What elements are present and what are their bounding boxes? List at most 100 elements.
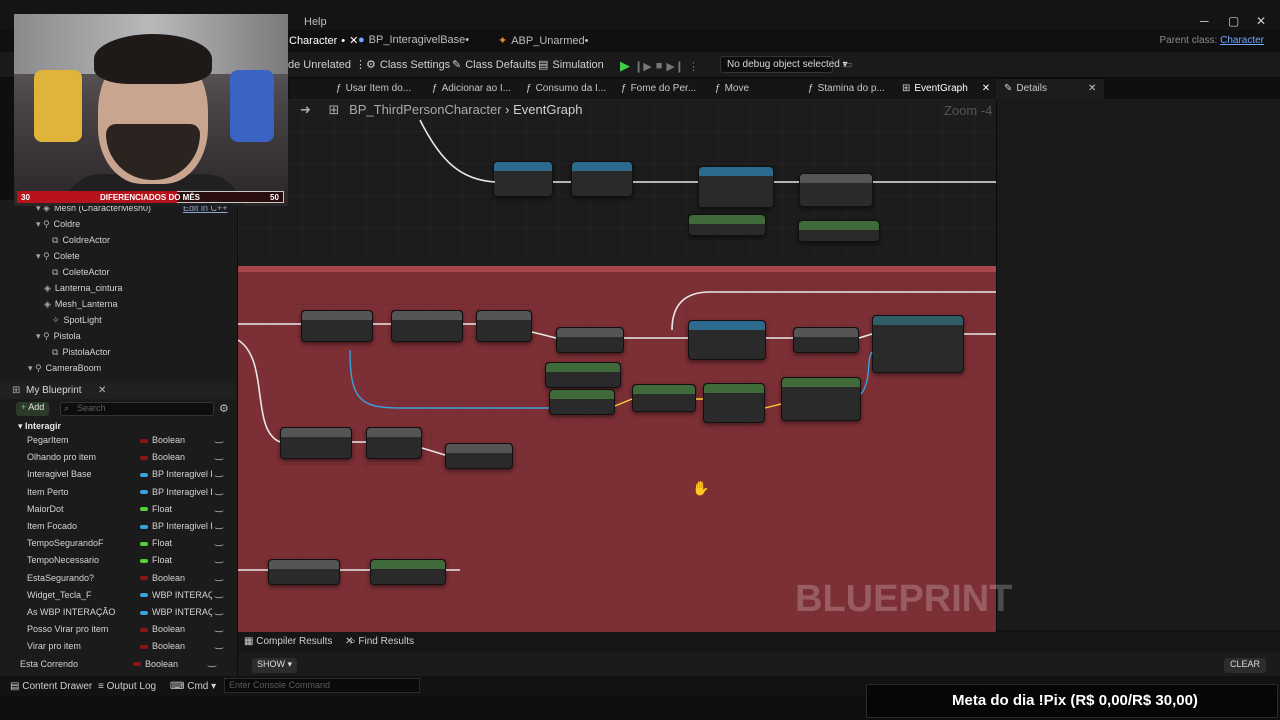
variable-type[interactable]: Float [140, 555, 212, 565]
variable-type[interactable]: BP Interagivel E [140, 469, 212, 479]
variable-type[interactable]: Boolean [140, 573, 212, 583]
close-tab-icon[interactable]: ✕ [982, 83, 990, 94]
blueprint-node[interactable] [301, 310, 373, 342]
variable-type[interactable]: BP Interagivel E [140, 521, 212, 531]
variable-row[interactable]: EstaSegurando? Boolean ‿ [0, 570, 236, 587]
eye-closed-icon[interactable]: ‿ [215, 622, 223, 633]
variable-row[interactable]: Item Perto BP Interagivel E ‿ [0, 484, 236, 501]
stop-icon[interactable]: ■ [656, 60, 663, 72]
variable-row[interactable]: PegarItem Boolean ‿ [0, 432, 236, 449]
tab-abp-unarmed[interactable]: ✦ ABP_Unarmed• [498, 34, 588, 48]
variable-row[interactable]: Virar pro item Boolean ‿ [0, 638, 236, 655]
blueprint-node[interactable] [493, 161, 553, 197]
component-item[interactable]: ⧉ ColeteActor [0, 267, 236, 282]
blueprint-node[interactable] [549, 389, 615, 415]
component-item[interactable]: ⧉ PistolaActor [0, 347, 236, 362]
blueprint-node[interactable] [688, 214, 766, 236]
details-title[interactable]: ✎ Details [1004, 83, 1047, 94]
eye-closed-icon[interactable]: ‿ [215, 519, 223, 530]
variable-type[interactable]: Float [140, 538, 212, 548]
variable-row[interactable]: Esta Correndo Boolean ‿ [0, 656, 229, 673]
blueprint-node[interactable] [688, 320, 766, 360]
parent-class-link[interactable]: Character [1220, 35, 1264, 46]
tab-character[interactable]: Character • ✕ [289, 34, 358, 48]
eye-closed-icon[interactable]: ‿ [215, 588, 223, 599]
play-options-icon[interactable]: ⋮ [688, 60, 699, 73]
console-input[interactable]: Enter Console Command [224, 678, 420, 693]
variable-row[interactable]: Posso Virar pro item Boolean ‿ [0, 621, 236, 638]
component-item[interactable]: ▾ ⚲ CameraBoom [0, 363, 236, 378]
blueprint-node[interactable] [703, 383, 765, 423]
variable-type[interactable]: Boolean [140, 435, 212, 445]
blueprint-node[interactable] [781, 377, 861, 421]
variable-type[interactable]: Boolean [133, 659, 205, 669]
component-item[interactable]: ◈ Lanterna_cintura [0, 283, 236, 298]
simulation-button[interactable]: ▤ Simulation [538, 58, 604, 72]
eye-closed-icon[interactable]: ‿ [215, 639, 223, 650]
function-tab[interactable]: ƒ Stamina do p... [808, 83, 885, 94]
show-button[interactable]: SHOW ▾ [252, 658, 298, 673]
close-tab-icon[interactable]: ✕ [349, 34, 358, 47]
cmd-button[interactable]: ⌨ Cmd ▾ [170, 681, 216, 692]
variable-type[interactable]: Boolean [140, 624, 212, 634]
variable-row[interactable]: Interagivel Base BP Interagivel E ‿ [0, 466, 236, 483]
tab-eventgraph[interactable]: ⊞ EventGraph ✕ [902, 83, 990, 94]
function-tab[interactable]: ƒ Usar Item do... [336, 83, 411, 94]
blueprint-node[interactable] [571, 161, 633, 197]
function-tab[interactable]: ƒ Fome do Per... [621, 83, 696, 94]
class-settings-button[interactable]: ⚙ Class Settings [366, 58, 450, 72]
variable-row[interactable]: Widget_Tecla_F WBP INTERAÇÃ‿ [0, 587, 236, 604]
blueprint-node[interactable] [556, 327, 624, 353]
blueprint-node[interactable] [545, 362, 621, 388]
component-item[interactable]: ▾ ⚲ Coldre [0, 219, 236, 234]
blueprint-node[interactable] [391, 310, 463, 342]
close-details-icon[interactable]: ✕ [1088, 83, 1096, 94]
variable-type[interactable]: BP Interagivel E [140, 487, 212, 497]
blueprint-node[interactable] [370, 559, 446, 585]
output-log-button[interactable]: ≡ Output Log [98, 681, 156, 692]
blueprint-node[interactable] [799, 173, 873, 207]
blueprint-node[interactable] [476, 310, 532, 342]
more-options-icon[interactable]: ⋮ [355, 58, 366, 71]
eye-closed-icon[interactable]: ‿ [215, 605, 223, 616]
component-item[interactable]: ▾ ⚲ Pistola [0, 331, 236, 346]
eye-closed-icon[interactable]: ‿ [215, 485, 223, 496]
step-icon[interactable]: ❙▶ [634, 60, 652, 73]
menu-help[interactable]: Help [304, 16, 327, 28]
settings-gear-icon[interactable]: ⚙ [219, 402, 229, 415]
variable-category[interactable]: ▾ Interagir [18, 421, 61, 432]
eye-closed-icon[interactable]: ‿ [215, 450, 223, 461]
minimize-icon[interactable]: ─ [1200, 14, 1209, 28]
class-defaults-button[interactable]: ✎ Class Defaults [452, 58, 536, 72]
variable-row[interactable]: TempoNecessario Float ‿ [0, 552, 236, 569]
eye-closed-icon[interactable]: ‿ [215, 536, 223, 547]
back-arrow-icon[interactable]: ➜ [300, 102, 311, 117]
variable-type[interactable]: Boolean [140, 452, 212, 462]
close-icon[interactable]: ✕ [98, 385, 106, 396]
variable-type[interactable]: Boolean [140, 641, 212, 651]
blueprint-node[interactable] [798, 220, 880, 242]
content-drawer-button[interactable]: ▤ Content Drawer [10, 681, 92, 692]
variable-row[interactable]: As WBP INTERAÇÃO WBP INTERAÇÃ‿ [0, 604, 236, 621]
blueprint-node[interactable] [268, 559, 340, 585]
component-item[interactable]: ◈ Mesh_Lanterna [0, 299, 236, 314]
debug-object-select[interactable]: No debug object selected ▾ [720, 56, 848, 73]
skip-icon[interactable]: ▶❙ [666, 60, 684, 73]
variable-type[interactable]: WBP INTERAÇÃ [140, 590, 212, 600]
function-tab[interactable]: ƒ Move [715, 83, 749, 94]
eye-closed-icon[interactable]: ‿ [208, 657, 216, 668]
blueprint-node[interactable] [872, 315, 964, 373]
variable-type[interactable]: WBP INTERAÇÃ [140, 607, 212, 617]
blueprint-node[interactable] [793, 327, 859, 353]
tab-compiler-results[interactable]: ▦ Compiler Results ✕ [244, 636, 354, 647]
breadcrumb-root[interactable]: BP_ThirdPersonCharacter [349, 102, 501, 117]
debug-filter-icon[interactable]: ▭ [842, 58, 852, 71]
variable-row[interactable]: Item Focado BP Interagivel E ‿ [0, 518, 236, 535]
my-blueprint-title[interactable]: My Blueprint [26, 385, 82, 396]
close-window-icon[interactable]: ✕ [1256, 14, 1266, 28]
function-tab[interactable]: ƒ Adicionar ao I... [432, 83, 511, 94]
tab-find-results[interactable]: ⌕ Find Results [350, 636, 414, 647]
eye-closed-icon[interactable]: ‿ [215, 433, 223, 444]
component-item[interactable]: ✧ SpotLight [0, 315, 236, 330]
variable-row[interactable]: TempoSegurandoF Float ‿ [0, 535, 236, 552]
